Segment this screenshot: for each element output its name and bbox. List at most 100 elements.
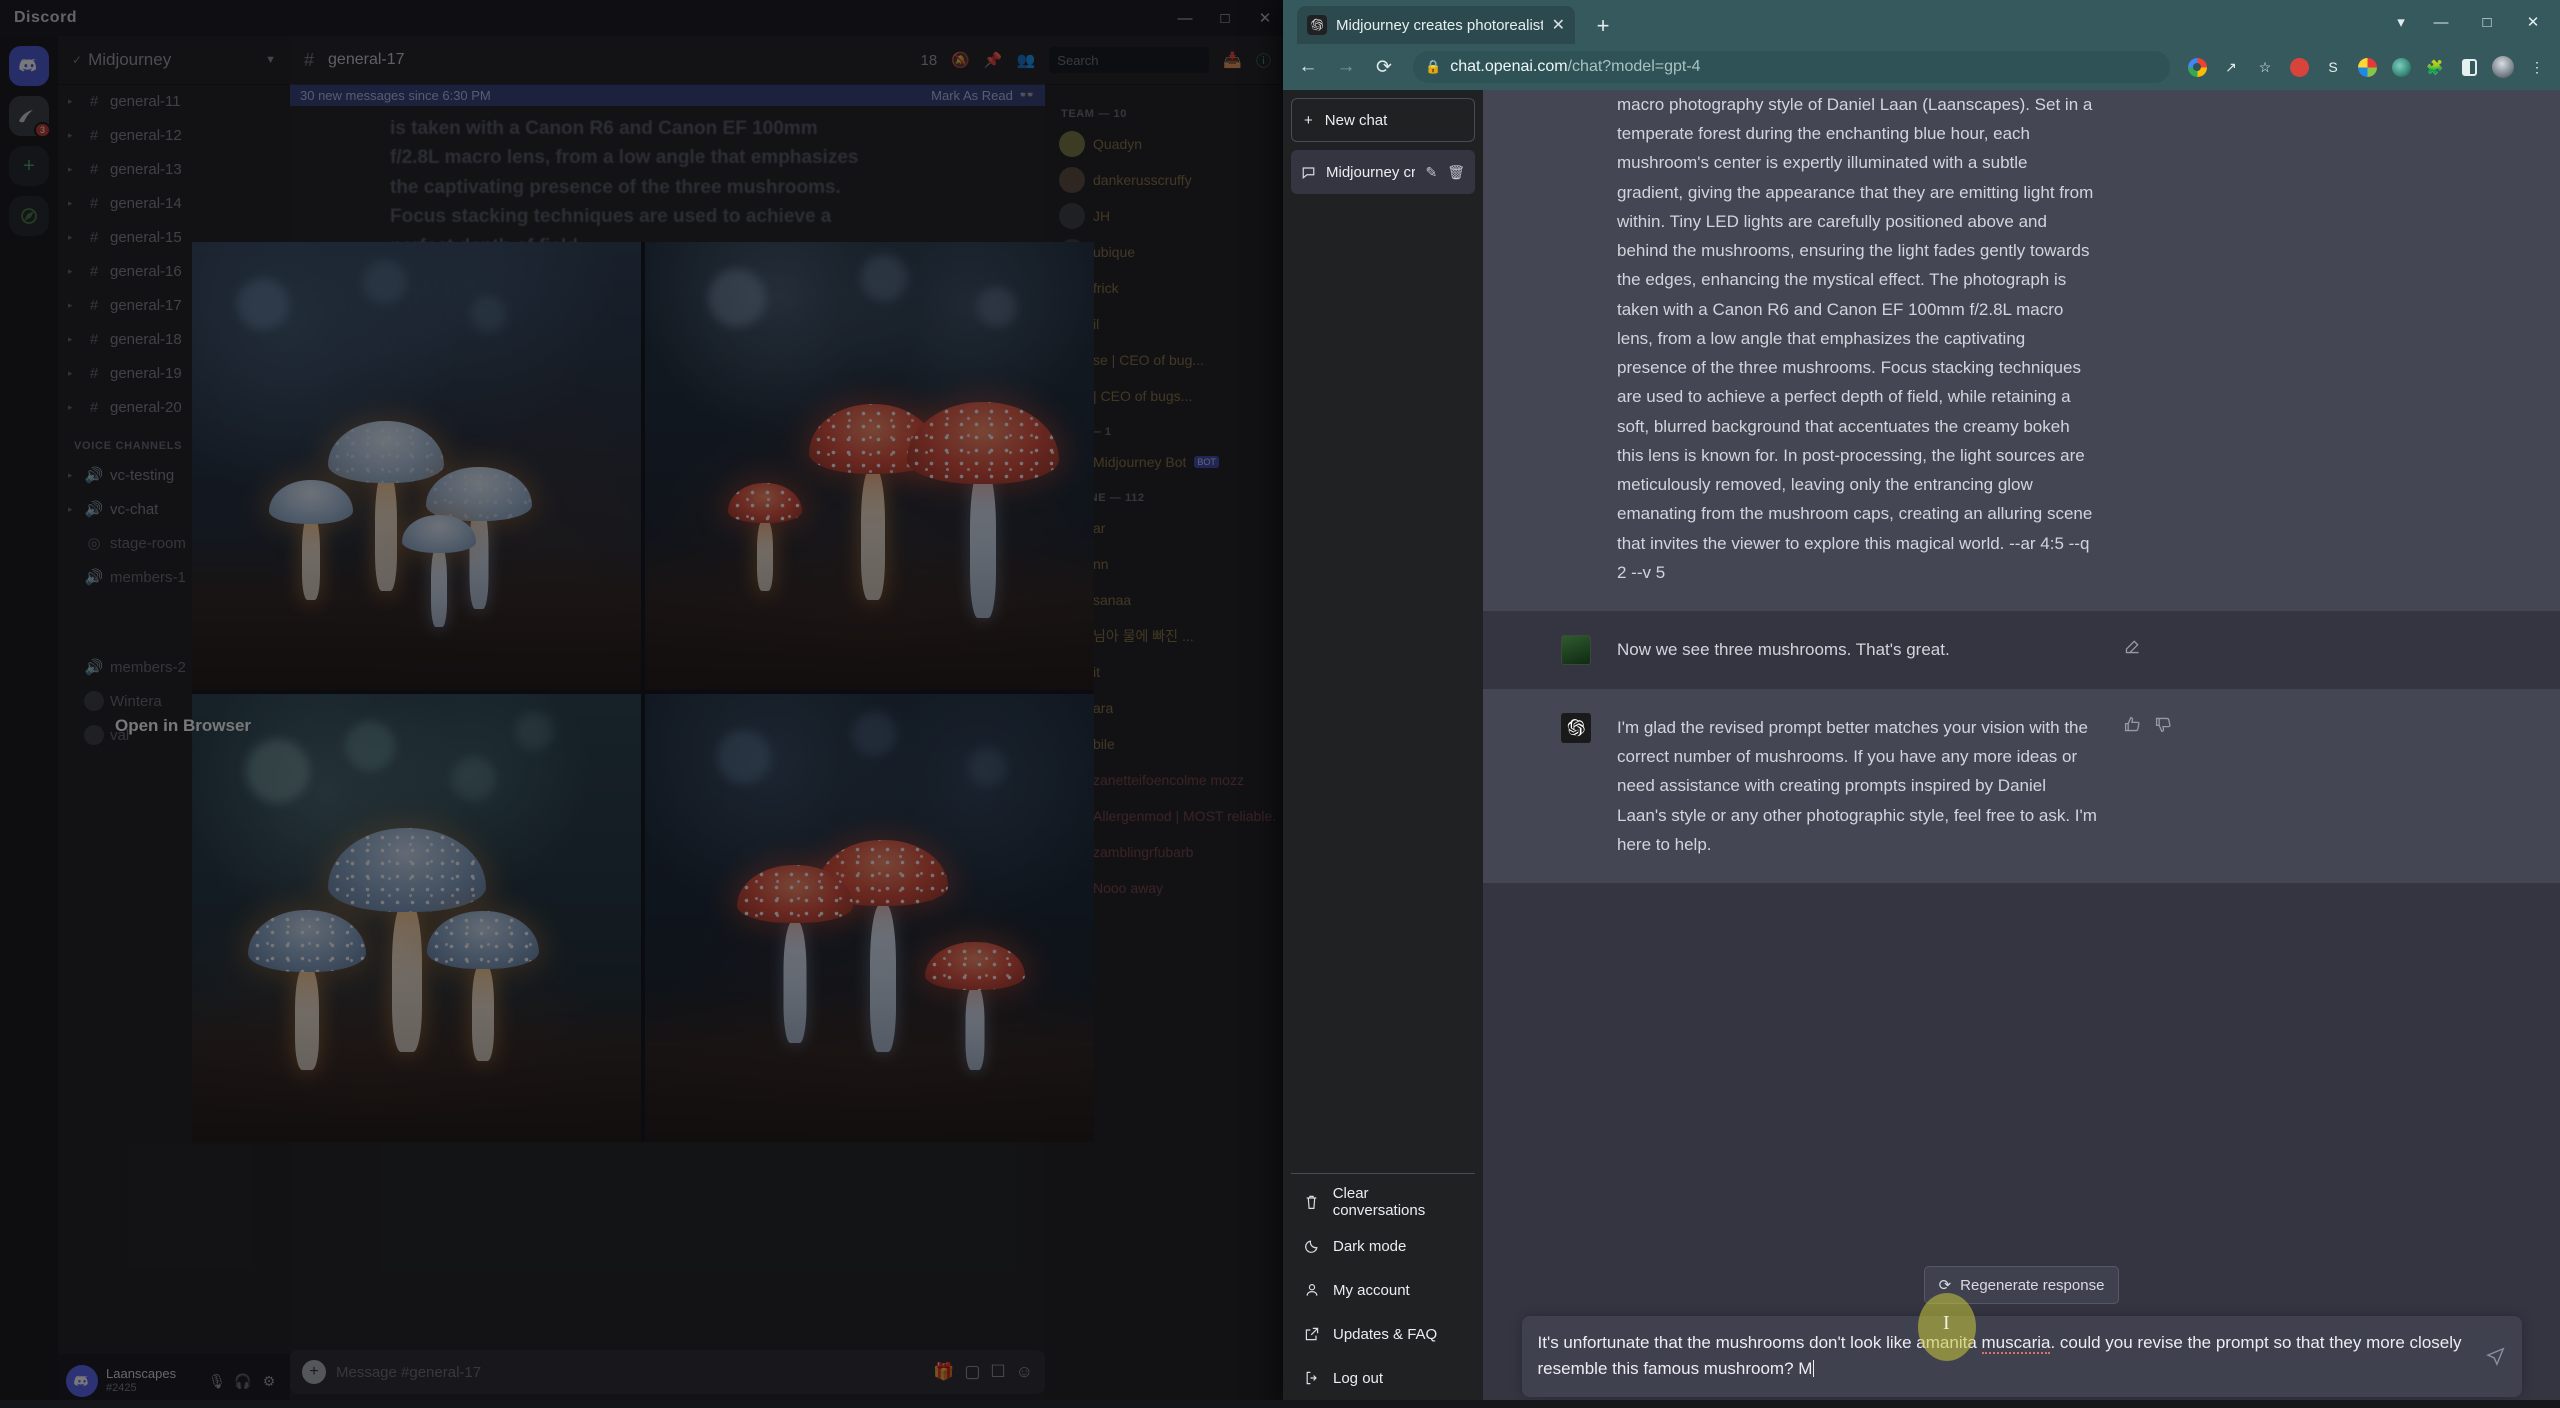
- gift-icon[interactable]: 🎁: [933, 1362, 954, 1382]
- chatgpt-input-wrapper[interactable]: It's unfortunate that the mushrooms don'…: [1521, 1316, 2522, 1397]
- member-name: JH: [1093, 208, 1111, 224]
- share-icon[interactable]: ↗: [2216, 52, 2246, 82]
- discord-explore-icon[interactable]: [9, 196, 49, 236]
- midjourney-image-grid[interactable]: [192, 242, 1094, 1142]
- chrome-new-tab-button[interactable]: +: [1589, 12, 1617, 40]
- chatgpt-prompt-input[interactable]: It's unfortunate that the mushrooms don'…: [1538, 1330, 2472, 1383]
- members-icon[interactable]: 👥: [1017, 51, 1036, 69]
- attach-plus-icon[interactable]: +: [302, 1360, 326, 1384]
- reload-icon[interactable]: ⟳: [1367, 50, 1401, 84]
- conversation-item-active[interactable]: Midjourney creates pho ✎ 🗑: [1291, 150, 1475, 194]
- dark-mode-button[interactable]: Dark mode: [1291, 1224, 1475, 1268]
- windows-taskbar[interactable]: [0, 1400, 2560, 1408]
- chrome-address-bar[interactable]: 🔒 chat.openai.com/chat?model=gpt-4: [1413, 51, 2170, 83]
- chatgpt-sidebar-menu[interactable]: Clear conversations Dark mode My account: [1291, 1173, 1475, 1400]
- channel-item-0[interactable]: ▸ # general-11: [58, 84, 290, 118]
- message-actions[interactable]: [2123, 713, 2203, 859]
- inbox-icon[interactable]: 📥: [1223, 51, 1242, 69]
- trash-icon[interactable]: 🗑: [1447, 164, 1465, 181]
- discord-minimize-button[interactable]: —: [1165, 0, 1205, 36]
- my-account-button[interactable]: My account: [1291, 1268, 1475, 1312]
- discord-guild-header[interactable]: ✓ Midjourney ▼: [58, 36, 290, 84]
- thumbs-down-icon[interactable]: [2154, 715, 2173, 859]
- message-actions[interactable]: [2123, 635, 2203, 665]
- discord-home-icon[interactable]: [9, 46, 49, 86]
- emoji-icon[interactable]: ☺: [1016, 1362, 1033, 1382]
- maximize-icon[interactable]: □: [2464, 0, 2510, 44]
- color-extension-icon[interactable]: [2352, 52, 2382, 82]
- chatgpt-composer-area[interactable]: ⟳ Regenerate response It's unfortunate t…: [1483, 1258, 2560, 1408]
- midjourney-image-cell-4[interactable]: [645, 694, 1094, 1142]
- send-icon[interactable]: [2485, 1346, 2506, 1367]
- chatgpt-message-thread[interactable]: macro photography style of Daniel Laan (…: [1483, 90, 2560, 1268]
- discord-close-button[interactable]: ✕: [1245, 0, 1285, 36]
- forward-arrow-icon[interactable]: →: [1329, 50, 1363, 84]
- chrome-toolbar[interactable]: ← → ⟳ 🔒 chat.openai.com/chat?model=gpt-4…: [1283, 44, 2560, 90]
- red-extension-icon[interactable]: [2284, 52, 2314, 82]
- s-extension-icon[interactable]: S: [2318, 52, 2348, 82]
- chrome-browser-window[interactable]: Midjourney creates photorealistic ✕ + ▾ …: [1283, 0, 2560, 1408]
- new-chat-button[interactable]: + New chat: [1291, 98, 1475, 142]
- chrome-window-controls[interactable]: ▾ — □ ✕: [2384, 0, 2556, 44]
- chevron-down-icon[interactable]: ▾: [2384, 0, 2418, 44]
- mark-as-read-button[interactable]: Mark As Read: [931, 88, 1013, 103]
- profile-avatar-icon[interactable]: [2488, 52, 2518, 82]
- clear-conversations-button[interactable]: Clear conversations: [1291, 1180, 1475, 1224]
- minimize-icon[interactable]: —: [2418, 0, 2464, 44]
- chatgpt-sidebar[interactable]: + New chat Midjourney creates pho ✎ 🗑: [1283, 90, 1483, 1408]
- avatar[interactable]: [66, 1365, 98, 1397]
- discord-maximize-button[interactable]: □: [1205, 0, 1245, 36]
- pencil-icon[interactable]: ✎: [1425, 164, 1437, 181]
- gear-icon[interactable]: ⚙: [256, 1373, 282, 1390]
- gif-icon[interactable]: ▢: [964, 1362, 980, 1382]
- midjourney-image-cell-1[interactable]: [192, 242, 641, 690]
- voice-channel-label: members-1: [110, 568, 186, 586]
- member-row[interactable]: JH: [1055, 198, 1275, 234]
- channel-item-1[interactable]: ▸ # general-12: [58, 118, 290, 152]
- mark-read-icon[interactable]: 👓: [1019, 87, 1035, 103]
- member-row[interactable]: Quadyn: [1055, 126, 1275, 162]
- discord-message-composer[interactable]: + Message #general-17 🎁 ▢ ☐ ☺: [290, 1350, 1045, 1394]
- thumbs-up-icon[interactable]: [2123, 715, 2142, 859]
- channel-label: general-14: [110, 194, 182, 212]
- edit-icon[interactable]: [2123, 637, 2142, 665]
- trash-icon: [1303, 1194, 1321, 1210]
- back-arrow-icon[interactable]: ←: [1291, 50, 1325, 84]
- discord-window[interactable]: Discord — □ ✕ 3 + ✓ Midjourney ▼ ▸ # gen…: [0, 0, 1285, 1408]
- close-icon[interactable]: ✕: [1552, 15, 1565, 35]
- chrome-tab-active[interactable]: Midjourney creates photorealistic ✕: [1297, 6, 1575, 44]
- puzzle-extensions-icon[interactable]: 🧩: [2420, 52, 2450, 82]
- chevron-down-icon[interactable]: ▼: [265, 54, 276, 66]
- close-icon[interactable]: ✕: [2510, 0, 2556, 44]
- notification-off-icon[interactable]: 🔕: [951, 51, 970, 69]
- discord-new-messages-bar[interactable]: 30 new messages since 6:30 PM Mark As Re…: [290, 84, 1045, 106]
- updates-faq-button[interactable]: Updates & FAQ: [1291, 1312, 1475, 1356]
- discord-server-midjourney-icon[interactable]: 3: [9, 96, 51, 138]
- member-row[interactable]: dankerusscruffy: [1055, 162, 1275, 198]
- sidepanel-icon[interactable]: [2454, 52, 2484, 82]
- chrome-tab-strip[interactable]: Midjourney creates photorealistic ✕ + ▾ …: [1283, 0, 2560, 44]
- log-out-button[interactable]: Log out: [1291, 1356, 1475, 1400]
- menu-label: Updates & FAQ: [1333, 1325, 1438, 1343]
- midjourney-image-cell-2[interactable]: [645, 242, 1094, 690]
- discord-search-input[interactable]: Search: [1049, 47, 1210, 73]
- channel-label: general-16: [110, 262, 182, 280]
- discord-window-controls[interactable]: — □ ✕: [1165, 0, 1285, 36]
- sticker-icon[interactable]: ☐: [990, 1362, 1005, 1382]
- google-icon[interactable]: [2182, 52, 2212, 82]
- chrome-menu-icon[interactable]: ⋮: [2522, 52, 2552, 82]
- midjourney-image-cell-3[interactable]: [192, 694, 641, 1142]
- mic-icon[interactable]: 🎙: [204, 1373, 230, 1390]
- open-in-browser-label[interactable]: Open in Browser: [115, 716, 251, 736]
- regenerate-response-button[interactable]: ⟳ Regenerate response: [1923, 1266, 2120, 1304]
- teal-extension-icon[interactable]: [2386, 52, 2416, 82]
- channel-item-2[interactable]: ▸ # general-13: [58, 152, 290, 186]
- stage-icon: ◎: [87, 535, 101, 552]
- discord-add-server-icon[interactable]: +: [9, 146, 49, 186]
- help-icon[interactable]: ⓘ: [1256, 50, 1271, 71]
- discord-server-rail[interactable]: 3 +: [0, 36, 58, 1408]
- pin-icon[interactable]: 📌: [984, 51, 1003, 69]
- headset-icon[interactable]: 🎧: [230, 1373, 256, 1390]
- channel-item-3[interactable]: ▸ # general-14: [58, 186, 290, 220]
- bookmark-star-icon[interactable]: ☆: [2250, 52, 2280, 82]
